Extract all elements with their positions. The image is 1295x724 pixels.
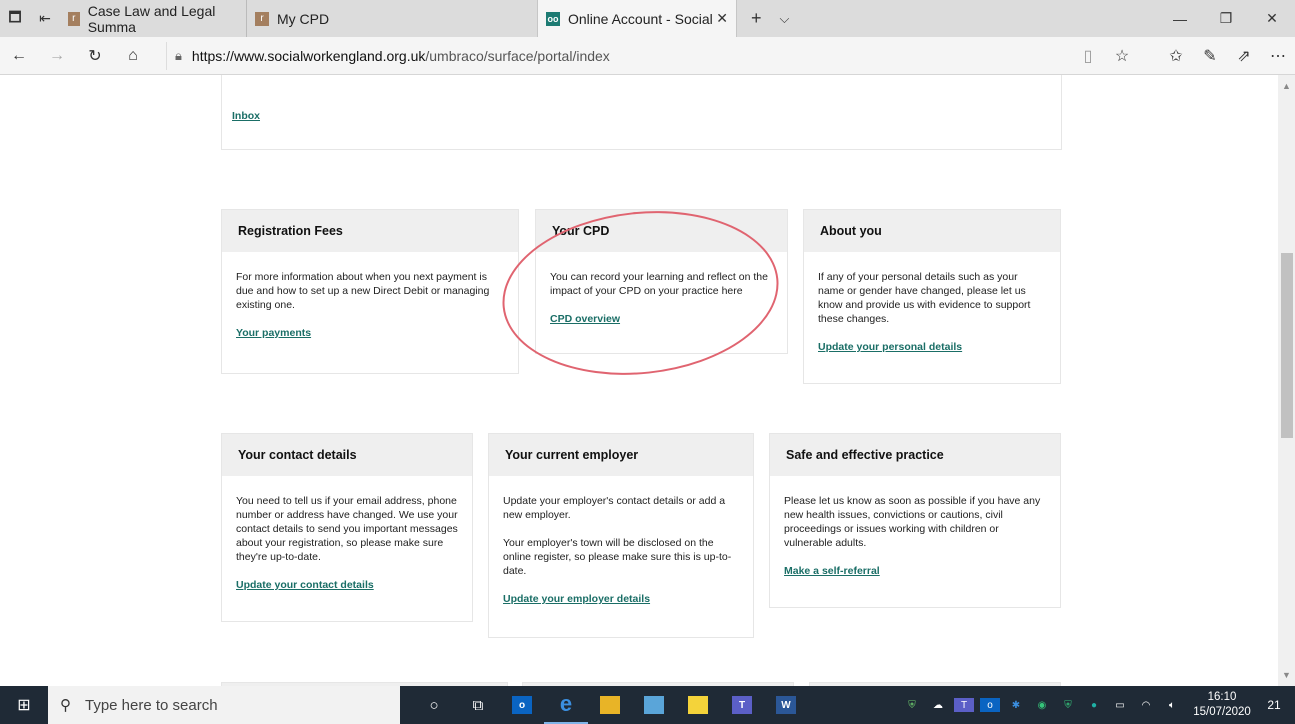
refresh-icon[interactable]: ↻: [76, 46, 114, 66]
card-title: Registration Fees: [222, 210, 518, 252]
sticky-notes-icon[interactable]: [676, 686, 720, 724]
card-text: If any of your personal details such as …: [818, 271, 1031, 325]
url-path: /umbraco/surface/portal/index: [425, 47, 610, 64]
security-icon[interactable]: ⛨: [1058, 698, 1078, 712]
favorites-list-icon[interactable]: ✩: [1159, 46, 1193, 66]
site-favicon-icon: r: [68, 11, 80, 26]
system-tray: ⛨ ☁ T o ✱ ◉ ⛨ ● ▭ ◠ 🔈︎ 16:10 15/07/2020 …: [899, 686, 1295, 724]
vertical-scrollbar[interactable]: ▲ ▼: [1278, 75, 1295, 686]
outlook-icon[interactable]: o: [500, 686, 544, 724]
tab-label: Case Law and Legal Summa: [87, 2, 216, 35]
address-bar: ← → ↻ ⌂ 🔒︎ https://www.socialworkengland…: [0, 37, 1295, 75]
volume-icon[interactable]: 🔈︎: [1162, 698, 1182, 712]
notifications-icon[interactable]: 21: [1253, 698, 1295, 712]
scroll-up-icon[interactable]: ▲: [1278, 81, 1295, 91]
windows-taskbar: ⊞ ⚲ Type here to search ○ ⧉ o e T W ⛨ ☁ …: [0, 686, 1295, 724]
teams-tray-icon[interactable]: T: [954, 698, 974, 712]
safe-practice-card: Safe and effective practice Please let u…: [769, 433, 1061, 608]
browser-tab-bar: 🗖 ⇤ r Case Law and Legal Summa r My CPD …: [0, 0, 1295, 37]
registration-fees-card: Registration Fees For more information a…: [221, 209, 519, 374]
tab-my-cpd[interactable]: r My CPD: [247, 0, 447, 37]
update-employer-details-link[interactable]: Update your employer details: [503, 592, 650, 606]
update-contact-details-link[interactable]: Update your contact details: [236, 578, 374, 592]
card-text: You need to tell us if your email addres…: [236, 495, 458, 563]
card-text: Please let us know as soon as possible i…: [784, 495, 1041, 549]
notification-count: 21: [1267, 698, 1281, 712]
more-icon[interactable]: ⋯: [1261, 46, 1295, 66]
shield-icon[interactable]: ⛨: [902, 698, 922, 712]
inbox-card: Inbox: [221, 75, 1062, 150]
update-personal-details-link[interactable]: Update your personal details: [818, 340, 962, 354]
clock-time: 16:10: [1207, 691, 1237, 703]
url-field[interactable]: 🔒︎ https://www.socialworkengland.org.uk /…: [166, 41, 1071, 70]
card-title: Safe and effective practice: [770, 434, 1060, 476]
minimize-icon[interactable]: —: [1157, 11, 1203, 27]
card-title: Your current employer: [489, 434, 753, 476]
control-panel-icon[interactable]: [632, 686, 676, 724]
share-icon[interactable]: ⇗: [1227, 46, 1261, 66]
card-text: For more information about when you next…: [236, 271, 490, 311]
bluetooth-icon[interactable]: ✱: [1006, 698, 1026, 712]
pen-icon[interactable]: ✎: [1193, 46, 1227, 66]
lock-icon: 🔒︎: [175, 47, 182, 63]
url-host: https://www.socialworkengland.org.uk: [191, 47, 426, 64]
windows-start-icon[interactable]: ⊞: [0, 695, 48, 715]
tab-online-account[interactable]: oo Online Account - Social ✕: [537, 0, 737, 37]
card-title: Your contact details: [222, 434, 472, 476]
word-icon[interactable]: W: [764, 686, 808, 724]
current-employer-card: Your current employer Update your employ…: [488, 433, 754, 638]
tab-case-law[interactable]: r Case Law and Legal Summa: [60, 0, 247, 37]
teams-icon[interactable]: T: [720, 686, 764, 724]
file-explorer-icon[interactable]: [588, 686, 632, 724]
clock-date: 15/07/2020: [1193, 706, 1251, 718]
your-cpd-card: Your CPD You can record your learning an…: [535, 209, 788, 354]
card-text: Your employer's town will be disclosed o…: [503, 537, 732, 577]
page-viewport: Inbox Registration Fees For more informa…: [0, 75, 1278, 686]
close-tab-icon[interactable]: ✕: [716, 10, 728, 27]
your-payments-link[interactable]: Your payments: [236, 326, 311, 340]
cortana-icon[interactable]: ○: [412, 686, 456, 724]
self-referral-link[interactable]: Make a self-referral: [784, 564, 880, 578]
edge-icon[interactable]: e: [544, 686, 588, 724]
card-text: Update your employer's contact details o…: [503, 495, 726, 521]
favorite-star-icon[interactable]: ☆: [1105, 46, 1139, 66]
card-text: You can record your learning and reflect…: [550, 271, 768, 297]
app-tray-icon[interactable]: ●: [1084, 698, 1104, 712]
taskbar-search-box[interactable]: ⚲ Type here to search: [48, 686, 400, 724]
back-icon[interactable]: ←: [0, 47, 38, 65]
wifi-icon[interactable]: ◠: [1136, 698, 1156, 712]
task-view-icon[interactable]: ⧉: [456, 686, 500, 724]
chevron-down-icon[interactable]: ⌵: [780, 11, 790, 27]
contact-details-card: Your contact details You need to tell us…: [221, 433, 473, 622]
inbox-link[interactable]: Inbox: [232, 110, 260, 122]
restore-icon[interactable]: ❐: [1203, 10, 1249, 27]
reading-view-icon[interactable]: ▯: [1071, 46, 1105, 66]
sync-icon[interactable]: ◉: [1032, 698, 1052, 712]
new-tab-icon[interactable]: +: [751, 8, 762, 29]
onedrive-icon[interactable]: ☁: [928, 698, 948, 712]
forward-icon[interactable]: →: [38, 47, 76, 65]
card-title: Your CPD: [536, 210, 787, 252]
clock[interactable]: 16:10 15/07/2020: [1191, 690, 1253, 720]
tab-label: Online Account - Social: [568, 10, 713, 27]
tab-actions-icon[interactable]: 🗖: [0, 0, 30, 37]
home-icon[interactable]: ⌂: [114, 47, 152, 65]
site-favicon-icon: oo: [546, 11, 560, 26]
scroll-thumb[interactable]: [1281, 253, 1293, 438]
search-icon: ⚲: [60, 697, 71, 714]
battery-icon[interactable]: ▭: [1110, 698, 1130, 712]
outlook-tray-icon[interactable]: o: [980, 698, 1000, 712]
search-placeholder: Type here to search: [85, 696, 218, 714]
scroll-down-icon[interactable]: ▼: [1278, 670, 1295, 680]
card-title: About you: [804, 210, 1060, 252]
set-aside-tabs-icon[interactable]: ⇤: [30, 0, 60, 37]
close-window-icon[interactable]: ✕: [1249, 10, 1295, 27]
site-favicon-icon: r: [255, 11, 269, 26]
cpd-overview-link[interactable]: CPD overview: [550, 312, 620, 326]
tab-label: My CPD: [277, 10, 330, 27]
about-you-card: About you If any of your personal detail…: [803, 209, 1061, 384]
